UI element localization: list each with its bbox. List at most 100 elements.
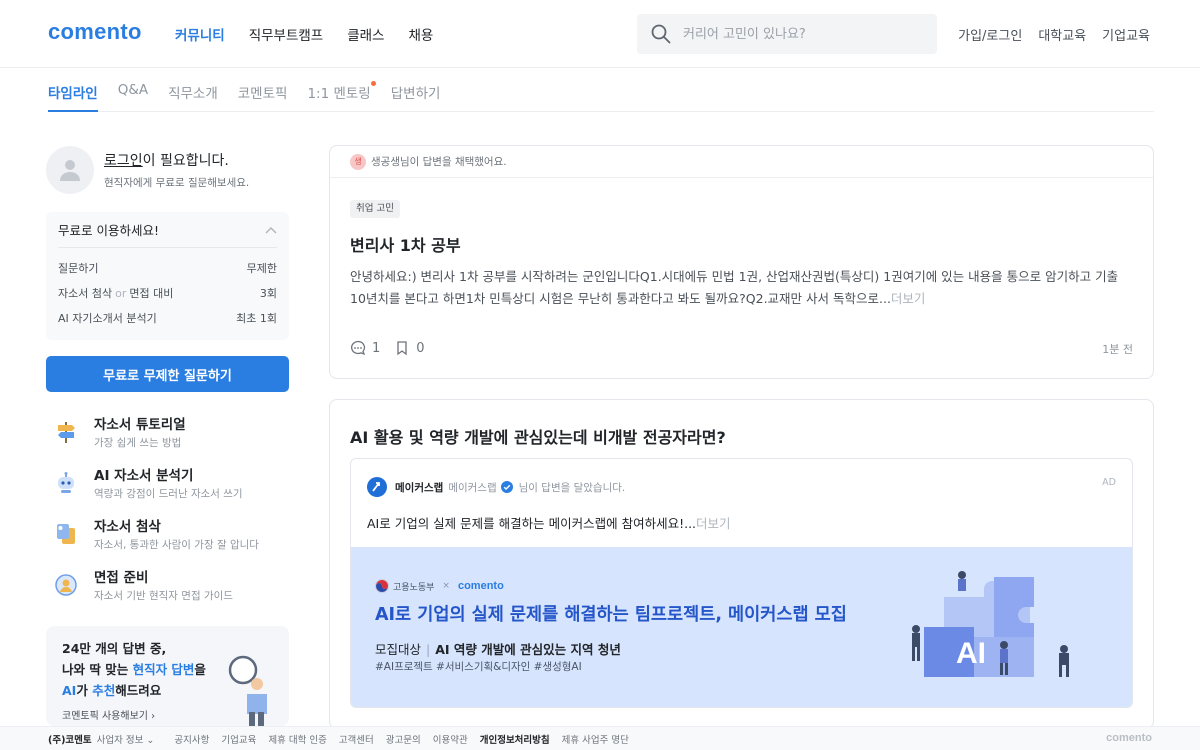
ad-label: AD xyxy=(1102,477,1116,488)
menu-subtitle: 자소서 기반 현직자 면접 가이드 xyxy=(94,590,233,602)
usage-label: AI 자기소개서 분석기 xyxy=(58,311,157,325)
menu-subtitle: 가장 쉽게 쓰는 방법 xyxy=(94,437,182,449)
ad-author-row: 메이커스랩 메이커스랩 님이 답변을 달았습니다. xyxy=(367,477,625,497)
login-title: 로그인이 필요합니다. xyxy=(104,150,249,170)
usage-row: 질문하기 무제한 xyxy=(58,255,277,280)
tab-answer[interactable]: 답변하기 xyxy=(391,70,451,112)
comment-icon[interactable] xyxy=(350,340,366,356)
avatar xyxy=(46,146,94,194)
footer-link[interactable]: 이용약관 xyxy=(433,732,468,746)
activity-text: 님이 답변을 달았습니다. xyxy=(518,481,626,494)
partner-logo: comento xyxy=(457,580,504,592)
nav-bootcamp[interactable]: 직무부트캠프 xyxy=(249,24,324,44)
robot-icon xyxy=(58,471,74,493)
footer-link[interactable]: 기업교육 xyxy=(221,732,256,746)
tab-comentopick[interactable]: 코멘토픽 xyxy=(238,70,298,112)
bookmark-count: 0 xyxy=(416,340,425,356)
enterprise-link[interactable]: 기업교육 xyxy=(1102,25,1150,44)
ad-answer-box[interactable]: 메이커스랩 메이커스랩 님이 답변을 달았습니다. AD AI로 기업의 실제 … xyxy=(350,458,1133,708)
comment-count: 1 xyxy=(372,340,381,356)
activity-bar: 생 생공생님이 답변을 채택했어요. xyxy=(330,146,1153,178)
footer-link[interactable]: 공지사항 xyxy=(174,732,209,746)
footer-link[interactable]: 제휴 대학 인증 xyxy=(268,732,326,746)
activity-text: 생공생님이 답변을 채택했어요. xyxy=(371,156,507,168)
footer-link[interactable]: 고객센터 xyxy=(339,732,374,746)
nav-jobs[interactable]: 채용 xyxy=(408,24,433,44)
search-box[interactable] xyxy=(637,14,937,54)
menu-subtitle: 자소서, 통과한 사람이 가장 잘 압니다 xyxy=(94,539,259,551)
tab-timeline[interactable]: 타임라인 xyxy=(48,70,98,112)
nav-community[interactable]: 커뮤니티 xyxy=(175,24,225,44)
footer-link[interactable]: 제휴 사업주 명단 xyxy=(562,732,629,746)
usage-row: AI 자기소개서 분석기 최초 1회 xyxy=(58,305,277,330)
usage-label: 질문하기 xyxy=(58,261,99,275)
tab-job-intro[interactable]: 직무소개 xyxy=(168,70,228,112)
verified-icon xyxy=(500,481,513,493)
makerslab-logo xyxy=(367,477,387,497)
chevron-down-icon: ⌄ xyxy=(146,734,155,746)
ad-banner[interactable]: 고용노동부 × comento AI로 기업의 실제 문제를 해결하는 팀프로젝… xyxy=(351,547,1132,707)
footer-link-privacy[interactable]: 개인정보처리방침 xyxy=(480,732,550,746)
question-title[interactable]: 변리사 1차 공부 xyxy=(350,232,461,256)
free-question-button[interactable]: 무료로 무제한 질문하기 xyxy=(46,356,289,392)
question-title[interactable]: AI 활용 및 역량 개발에 관심있는데 비개발 전공자라면? xyxy=(350,424,726,448)
timestamp: 1분 전 xyxy=(1102,343,1133,356)
footer-corp: (주)코멘토 xyxy=(48,734,92,746)
interview-person-icon xyxy=(55,573,77,596)
bookmark-icon[interactable] xyxy=(394,340,410,356)
login-link[interactable]: 로그인 xyxy=(104,153,143,169)
cross-mark: × xyxy=(442,581,450,591)
usage-header[interactable]: 무료로 이용하세요! xyxy=(58,212,277,248)
community-tabs: 타임라인 Q&A 직무소개 코멘토픽 1:1 멘토링 답변하기 xyxy=(48,70,1154,112)
comentopick-promo[interactable]: 24만 개의 답변 중, 나와 딱 맞는 현직자 답변을 AI가 추천해드려요 … xyxy=(46,626,289,726)
usage-row: 자소서 첨삭 or 면접 대비 3회 xyxy=(58,280,277,305)
search-icon xyxy=(651,24,671,44)
question-card[interactable]: 생 생공생님이 답변을 채택했어요. 취업 고민 변리사 1차 공부 안녕하세요… xyxy=(329,145,1154,379)
site-footer: (주)코멘토 사업자 정보 ⌄ 공지사항 기업교육 제휴 대학 인증 고객센터 … xyxy=(0,726,1200,750)
menu-item-correction[interactable]: 자소서 첨삭 자소서, 통과한 사람이 가장 잘 압니다 xyxy=(46,508,289,559)
signup-login-link[interactable]: 가입/로그인 xyxy=(958,25,1022,44)
menu-item-tutorial[interactable]: 자소서 튜토리얼가장 쉽게 쓰는 방법 xyxy=(46,406,289,457)
banner-partners: 고용노동부 × comento xyxy=(375,579,504,593)
nav-class[interactable]: 클래스 xyxy=(347,24,384,44)
ad-text: AI로 기업의 실제 문제를 해결하는 메이커스랩에 참여하세요!...더보기 xyxy=(367,516,731,531)
comento-logo[interactable]: comento xyxy=(48,19,142,45)
login-suffix: 이 필요합니다. xyxy=(142,153,229,169)
login-subtitle: 현직자에게 무료로 질문해보세요. xyxy=(104,177,250,189)
menu-item-ai-analyzer[interactable]: AI 자소서 분석기 역량과 강점이 드러난 자소서 쓰기 xyxy=(46,457,289,508)
question-stats: 1 0 xyxy=(350,340,425,356)
tool-menu: 자소서 튜토리얼가장 쉽게 쓰는 방법 AI 자소서 분석기 역량과 강점이 드러… xyxy=(46,406,289,610)
banner-target: 모집대상 | AI 역량 개발에 관심있는 지역 청년 xyxy=(375,642,621,657)
signpost-icon xyxy=(58,421,75,443)
footer-link[interactable]: 광고문의 xyxy=(386,732,421,746)
menu-title: 면접 준비 xyxy=(94,570,149,586)
banner-title: AI로 기업의 실제 문제를 해결하는 팀프로젝트, 메이커스랩 모집 xyxy=(375,605,847,625)
usage-title: 무료로 이용하세요! xyxy=(58,223,159,238)
usage-label: 자소서 첨삭 or 면접 대비 xyxy=(58,286,174,300)
arrow-logo-icon xyxy=(372,482,380,492)
brand-name[interactable]: 메이커스랩 xyxy=(395,480,443,495)
more-link[interactable]: 더보기 xyxy=(891,291,926,306)
menu-title: 자소서 튜토리얼 xyxy=(94,417,186,433)
top-header: comento 커뮤니티 직무부트캠프 클래스 채용 가입/로그인 대학교육 기… xyxy=(0,0,1200,68)
category-tag[interactable]: 취업 고민 xyxy=(350,200,400,218)
left-sidebar: 로그인이 필요합니다. 현직자에게 무료로 질문해보세요. 무료로 이용하세요!… xyxy=(46,146,289,610)
chevron-right-icon: › xyxy=(151,711,156,722)
sponsored-card[interactable]: AI 활용 및 역량 개발에 관심있는데 비개발 전공자라면? 메이커스랩 메이… xyxy=(329,399,1154,729)
mini-avatar: 생 xyxy=(350,153,366,170)
user-icon xyxy=(60,160,80,181)
tab-mentoring-label: 1:1 멘토링 xyxy=(307,86,371,102)
search-input[interactable] xyxy=(683,26,923,42)
free-usage-box: 무료로 이용하세요! 질문하기 무제한 자소서 첨삭 or 면접 대비 3회 AI 자기… xyxy=(46,212,289,340)
header-links: 가입/로그인 대학교육 기업교육 xyxy=(958,25,1150,44)
org-name: 고용노동부 xyxy=(393,582,435,593)
usage-value: 무제한 xyxy=(246,261,277,275)
menu-title: AI 자소서 분석기 xyxy=(94,468,194,484)
tab-qna[interactable]: Q&A xyxy=(118,70,158,112)
business-info-toggle[interactable]: 사업자 정보 ⌄ xyxy=(97,732,155,746)
chevron-up-icon[interactable] xyxy=(265,226,277,234)
tab-mentoring[interactable]: 1:1 멘토링 xyxy=(307,70,380,112)
menu-item-interview[interactable]: 면접 준비자소서 기반 현직자 면접 가이드 xyxy=(46,559,289,610)
more-link[interactable]: 더보기 xyxy=(696,516,731,531)
university-link[interactable]: 대학교육 xyxy=(1038,25,1086,44)
